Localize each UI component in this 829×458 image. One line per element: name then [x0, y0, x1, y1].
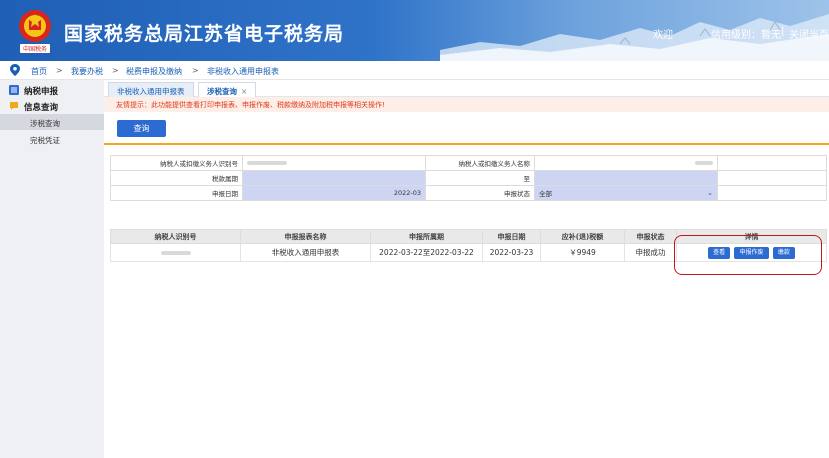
chat-icon [10, 102, 18, 110]
notice-bar: 友情提示：此功能提供查看打印申报表、申报作废、税款缴纳及附加税申报等相关操作! [104, 97, 829, 112]
breadcrumb-nontax-report[interactable]: 非税收入通用申报表 [207, 66, 279, 77]
header-separator: | [781, 26, 785, 37]
breadcrumb-home[interactable]: 首页 [31, 66, 47, 77]
tax-period-label: 税款属期 [110, 170, 243, 186]
tab-label: 非税收入通用申报表 [117, 87, 185, 96]
close-page-link[interactable]: 关闭当页 [789, 26, 829, 41]
welcome-text: 欢迎 [653, 30, 673, 41]
report-name-cell: 非税收入通用申报表 [240, 243, 371, 262]
breadcrumb-separator: > [112, 66, 119, 75]
notice-text: 友情提示：此功能提供查看打印申报表、申报作废、税款缴纳及附加税申报等相关操作! [116, 101, 385, 109]
tab-tax-query[interactable]: 涉税查询 × [198, 82, 257, 97]
chevron-down-icon: ⌄ [707, 189, 713, 197]
query-form: 纳税人或扣缴义务人识别号 纳税人或扣缴义务人名称 税款属期 至 申报日期 202… [110, 155, 827, 201]
filing-status-select[interactable]: 全部 ⌄ [534, 185, 718, 201]
sidebar-group-label: 信息查询 [24, 103, 59, 113]
to-label: 至 [425, 170, 535, 186]
tab-label: 涉税查询 [207, 87, 237, 96]
credit-level: 信用级别：暂无 [711, 30, 781, 41]
taxpayer-id-cell [110, 243, 241, 262]
column-header: 纳税人识别号 [110, 229, 241, 244]
amount-cell: ￥9949 [540, 243, 625, 262]
tax-period-start-input[interactable] [242, 170, 426, 186]
column-header: 申报报表名称 [240, 229, 371, 244]
tab-nontax-report[interactable]: 非税收入通用申报表 [108, 82, 194, 97]
close-icon[interactable]: × [241, 87, 247, 96]
sidebar: 纳税申报 信息查询 涉税查询 完税凭证 [0, 80, 104, 458]
column-header: 申报所属期 [370, 229, 483, 244]
sidebar-item-tax-query[interactable]: 涉税查询 [0, 114, 104, 130]
breadcrumb: 首页 > 我要办税 > 税费申报及缴纳 > 非税收入通用申报表 [0, 61, 829, 80]
period-cell: 2022-03-22至2022-03-22 [370, 243, 483, 262]
column-header: 申报日期 [482, 229, 541, 244]
tax-period-end-input[interactable] [534, 170, 718, 186]
section-divider [104, 143, 829, 145]
empty-cell [717, 185, 827, 201]
taxpayer-name-label: 纳税人或扣缴义务人名称 [425, 155, 535, 171]
sidebar-item-tax-certificate[interactable]: 完税凭证 [0, 131, 104, 147]
redacted-text [160, 251, 191, 255]
filing-status-value: 全部 [539, 190, 552, 198]
sidebar-item-label: 完税凭证 [30, 136, 60, 145]
site-header: 中国税务 国家税务总局江苏省电子税务局 欢迎 信用级别：暂无 | 关闭当页 [0, 0, 829, 61]
location-pin-icon [10, 64, 20, 76]
query-button[interactable]: 查询 [117, 120, 166, 137]
filing-date-label: 申报日期 [110, 185, 243, 201]
emblem-caption: 中国税务 [23, 45, 47, 53]
sidebar-group-info-query[interactable]: 信息查询 [0, 98, 104, 114]
taxpayer-name-field[interactable] [534, 155, 718, 171]
list-icon [9, 85, 19, 95]
empty-cell [717, 155, 827, 171]
filing-date-input[interactable]: 2022-03 [242, 185, 426, 201]
tax-emblem-icon: 中国税务 [19, 10, 51, 53]
redacted-text [695, 161, 713, 165]
breadcrumb-tax-filing[interactable]: 税费申报及缴纳 [126, 66, 182, 77]
sidebar-group-tax-filing[interactable]: 纳税申报 [0, 82, 104, 98]
filing-date-cell: 2022-03-23 [482, 243, 541, 262]
sidebar-group-label: 纳税申报 [24, 87, 59, 97]
highlight-annotation [674, 235, 822, 275]
breadcrumb-separator: > [192, 66, 199, 75]
filing-status-label: 申报状态 [425, 185, 535, 201]
redacted-text [247, 161, 287, 165]
taxpayer-id-field[interactable] [242, 155, 426, 171]
sidebar-item-label: 涉税查询 [30, 119, 60, 128]
column-header: 申报状态 [624, 229, 677, 244]
tab-bar: 非税收入通用申报表 涉税查询 × [104, 80, 829, 97]
site-title: 国家税务总局江苏省电子税务局 [64, 23, 345, 45]
column-header: 应补(退)税额 [540, 229, 625, 244]
breadcrumb-do-tax[interactable]: 我要办税 [71, 66, 103, 77]
taxpayer-id-label: 纳税人或扣缴义务人识别号 [110, 155, 243, 171]
status-cell: 申报成功 [624, 243, 677, 262]
breadcrumb-separator: > [56, 66, 63, 75]
empty-cell [717, 170, 827, 186]
